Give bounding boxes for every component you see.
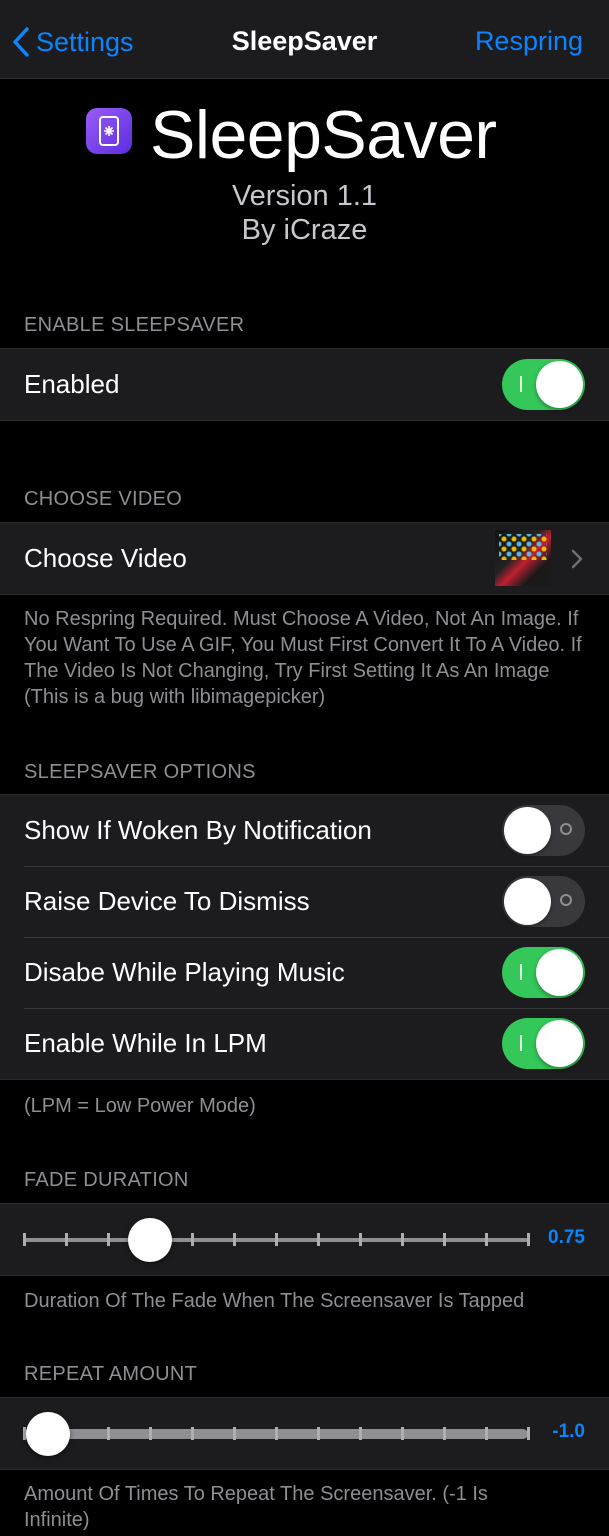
choose-video-row[interactable]: Choose Video	[0, 523, 609, 594]
tweak-header: SleepSaver Version 1.1 By iCraze	[0, 90, 609, 260]
toggle-off-mark	[560, 823, 572, 835]
option-row: Disabe While Playing Music	[0, 937, 609, 1008]
option-label: Raise Device To Dismiss	[24, 886, 310, 916]
slider-tick	[317, 1233, 320, 1246]
enable-group: Enabled	[0, 348, 609, 421]
slider-tick	[149, 1427, 152, 1440]
fade-footer: Duration Of The Fade When The Screensave…	[24, 1290, 525, 1312]
slider-tick	[359, 1233, 362, 1246]
navigation-bar: Settings SleepSaver Respring	[0, 0, 609, 79]
respring-button[interactable]: Respring	[475, 26, 583, 57]
section-header-options: SLEEPSAVER OPTIONS	[24, 761, 256, 783]
raise-to-dismiss-toggle[interactable]	[502, 876, 585, 927]
slider-tick	[443, 1427, 446, 1440]
options-footer: (LPM = Low Power Mode)	[24, 1095, 256, 1117]
enabled-row: Enabled	[0, 349, 609, 420]
slider-tick	[317, 1427, 320, 1440]
section-header-fade: FADE DURATION	[24, 1169, 189, 1191]
option-row: Enable While In LPM	[0, 1008, 609, 1079]
repeat-footer: Amount Of Times To Repeat The Screensave…	[24, 1483, 488, 1531]
slider-tick	[401, 1427, 404, 1440]
slider-knob[interactable]	[128, 1218, 172, 1262]
phone-sparkle-icon	[99, 116, 119, 146]
show-if-woken-toggle[interactable]	[502, 805, 585, 856]
options-group: Show If Woken By Notification Raise Devi…	[0, 794, 609, 1080]
toggle-knob	[504, 878, 551, 925]
author-label: By iCraze	[241, 214, 368, 246]
app-title: SleepSaver	[150, 97, 497, 173]
toggle-knob	[504, 807, 551, 854]
section-header-enable: ENABLE SLEEPSAVER	[24, 314, 245, 336]
slider-tick	[23, 1233, 26, 1246]
toggle-knob	[536, 1020, 583, 1067]
toggle-on-mark	[520, 1035, 522, 1051]
repeat-amount-slider[interactable]: -1.0	[0, 1398, 609, 1469]
toggle-on-mark	[520, 964, 522, 980]
slider-tick	[485, 1233, 488, 1246]
toggle-knob	[536, 361, 583, 408]
option-label: Show If Woken By Notification	[24, 815, 372, 845]
video-group: Choose Video	[0, 522, 609, 595]
slider-tick	[107, 1233, 110, 1246]
slider-tick	[485, 1427, 488, 1440]
slider-tick	[359, 1427, 362, 1440]
slider-tick	[275, 1427, 278, 1440]
enabled-label: Enabled	[24, 369, 120, 399]
repeat-amount-value: -1.0	[552, 1421, 585, 1442]
section-header-repeat: REPEAT AMOUNT	[24, 1363, 198, 1385]
slider-tick	[401, 1233, 404, 1246]
fade-group: 0.75	[0, 1203, 609, 1276]
slider-tick	[527, 1427, 530, 1440]
slider-tick	[527, 1233, 530, 1246]
slider-tick	[443, 1233, 446, 1246]
video-footer: No Respring Required. Must Choose A Vide…	[24, 608, 582, 708]
option-row: Show If Woken By Notification	[0, 795, 609, 866]
repeat-group: -1.0	[0, 1397, 609, 1470]
slider-tick	[191, 1427, 194, 1440]
toggle-on-mark	[520, 376, 522, 392]
toggle-knob	[536, 949, 583, 996]
slider-tick	[191, 1233, 194, 1246]
slider-tick	[233, 1427, 236, 1440]
enable-in-lpm-toggle[interactable]	[502, 1018, 585, 1069]
fade-duration-value: 0.75	[548, 1227, 585, 1248]
slider-tick	[233, 1233, 236, 1246]
slider-tick	[65, 1233, 68, 1246]
section-header-video: CHOOSE VIDEO	[24, 488, 183, 510]
slider-knob[interactable]	[26, 1412, 70, 1456]
toggle-off-mark	[560, 894, 572, 906]
version-label: Version 1.1	[231, 180, 378, 212]
app-icon	[86, 108, 132, 154]
disable-while-music-toggle[interactable]	[502, 947, 585, 998]
thumbnail-app-grid	[499, 534, 547, 560]
video-thumbnail	[495, 530, 551, 586]
option-row: Raise Device To Dismiss	[0, 866, 609, 937]
option-label: Disabe While Playing Music	[24, 957, 345, 987]
option-label: Enable While In LPM	[24, 1028, 267, 1058]
chevron-right-icon	[571, 549, 583, 569]
fade-duration-slider[interactable]: 0.75	[0, 1204, 609, 1275]
slider-tick	[275, 1233, 278, 1246]
choose-video-label: Choose Video	[24, 543, 187, 573]
enabled-toggle[interactable]	[502, 359, 585, 410]
slider-tick	[107, 1427, 110, 1440]
